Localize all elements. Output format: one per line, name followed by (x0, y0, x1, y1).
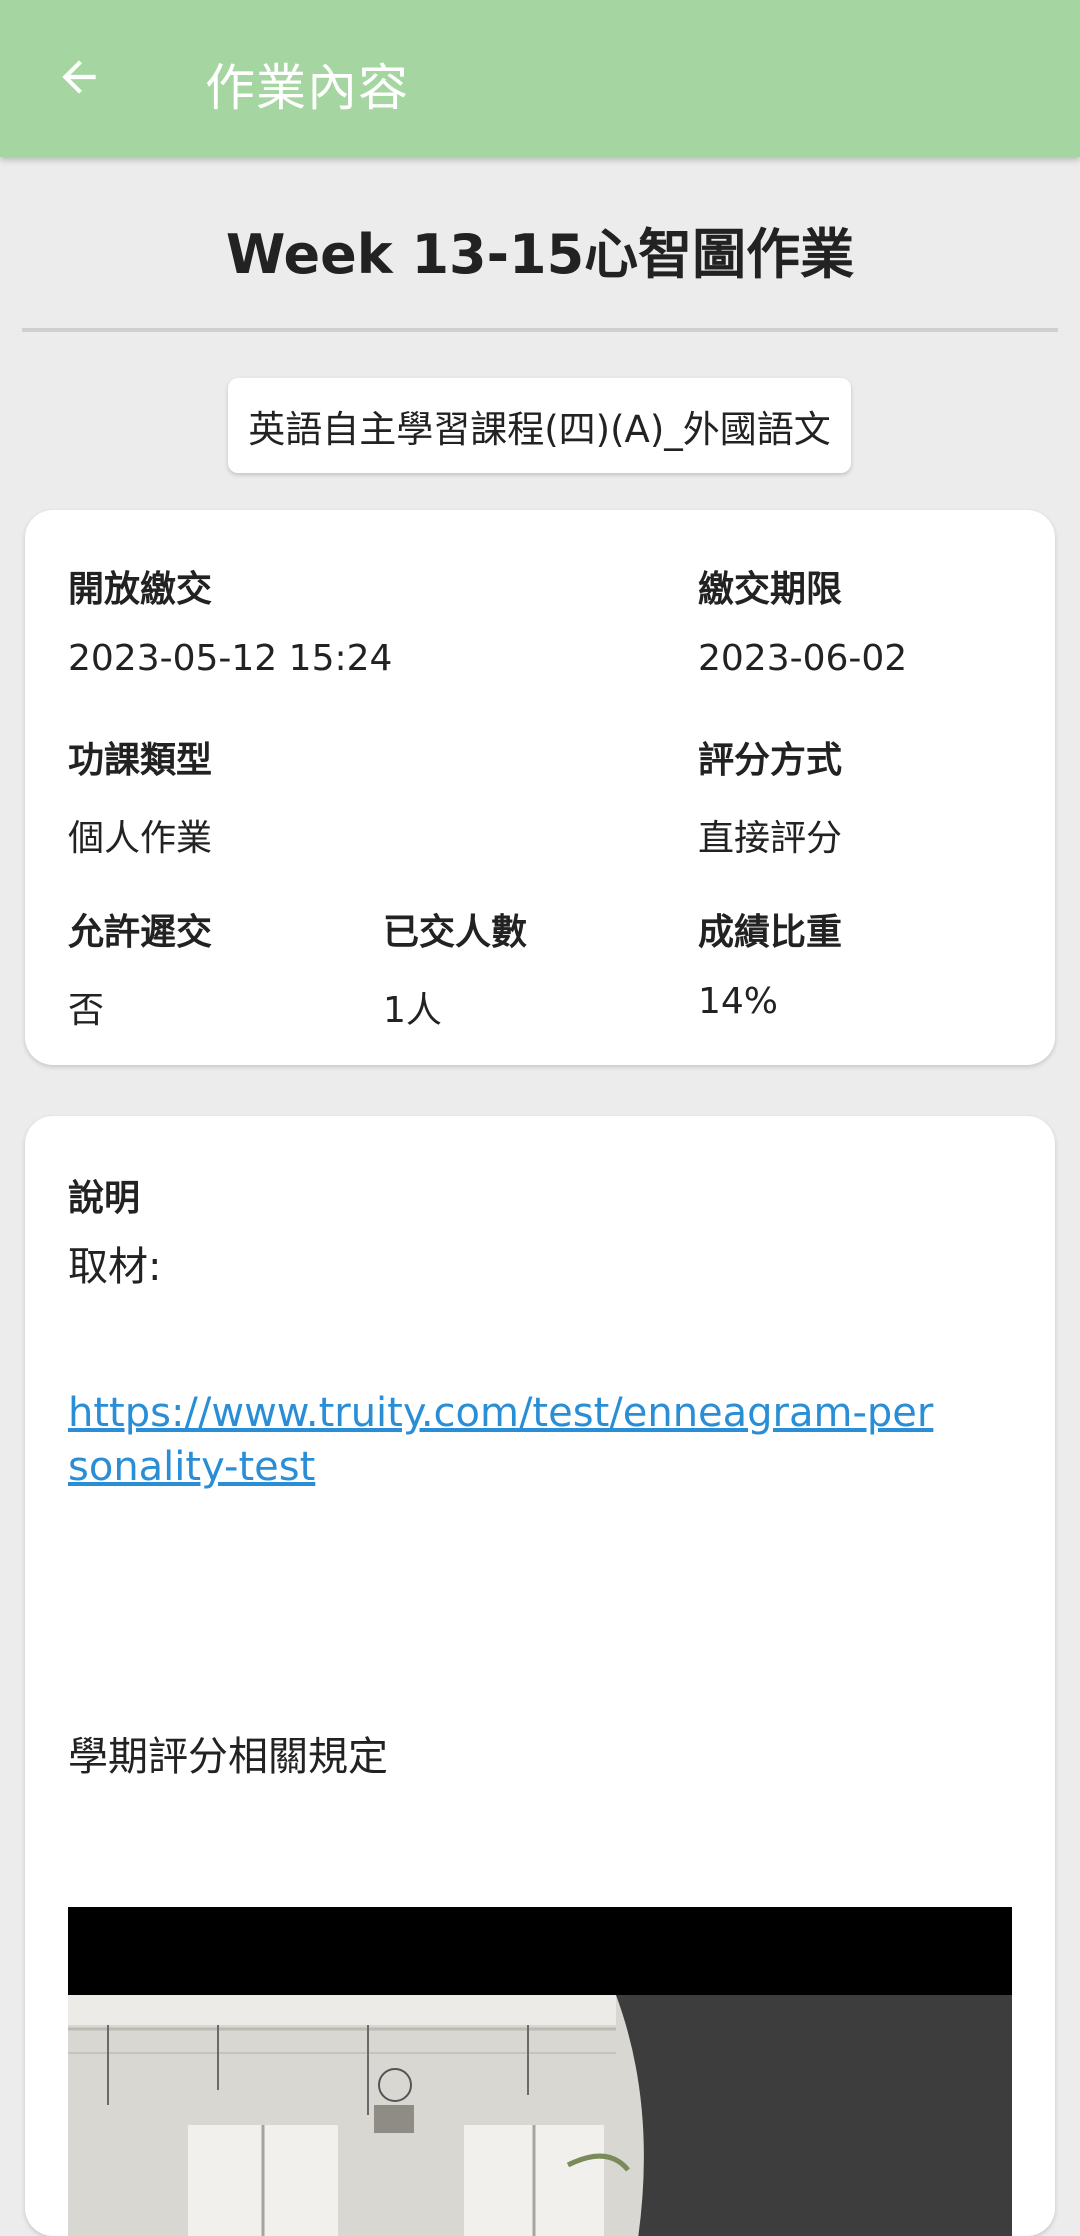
grade-weight-field: 成績比重 14% (698, 903, 842, 1022)
back-button[interactable] (40, 40, 118, 118)
app-bar: 作業內容 (0, 0, 1080, 157)
late-submission-value: 否 (68, 990, 105, 1031)
submitted-count-field: 已交人數 1人 (383, 903, 527, 1033)
homework-type-label: 功課類型 (68, 740, 213, 781)
deadline-label: 繳交期限 (698, 569, 843, 610)
late-submission-field: 允許遲交 否 (68, 903, 212, 1033)
deadline-value: 2023-06-02 (698, 638, 908, 679)
app-bar-title: 作業內容 (205, 59, 409, 117)
description-label: 說明 (68, 1178, 141, 1219)
description-link[interactable]: https://www.truity.com/test/enneagram-pe… (68, 1386, 948, 1494)
open-date-value: 2023-05-12 15:24 (68, 638, 393, 679)
open-date-label: 開放繳交 (68, 569, 213, 610)
description-rules-text: 學期評分相關規定 (68, 1734, 388, 1780)
description-card: 說明 取材: https://www.truity.com/test/ennea… (25, 1116, 1055, 2236)
grading-method-field: 評分方式 直接評分 (698, 731, 842, 861)
embedded-media[interactable] (68, 1907, 1012, 2236)
course-chip[interactable]: 英語自主學習課程(四)(A)_外國語文 (228, 378, 851, 473)
open-date-field: 開放繳交 2023-05-12 15:24 (68, 560, 392, 679)
title-divider (22, 328, 1058, 332)
assignment-title: Week 13-15心智圖作業 (225, 223, 855, 286)
grade-weight-value: 14% (698, 981, 779, 1022)
grade-weight-label: 成績比重 (698, 912, 843, 953)
homework-type-value: 個人作業 (68, 818, 213, 859)
submitted-count-value: 1人 (383, 990, 442, 1031)
deadline-field: 繳交期限 2023-06-02 (698, 560, 907, 679)
homework-type-field: 功課類型 個人作業 (68, 731, 212, 861)
assignment-info-card: 開放繳交 2023-05-12 15:24 繳交期限 2023-06-02 功課… (25, 510, 1055, 1065)
media-thumbnail (68, 1995, 1012, 2236)
description-source-text: 取材: (68, 1244, 162, 1290)
grading-method-label: 評分方式 (698, 740, 843, 781)
arrow-back-icon (54, 52, 104, 106)
submitted-count-label: 已交人數 (383, 912, 528, 953)
late-submission-label: 允許遲交 (68, 912, 213, 953)
grading-method-value: 直接評分 (698, 818, 843, 859)
